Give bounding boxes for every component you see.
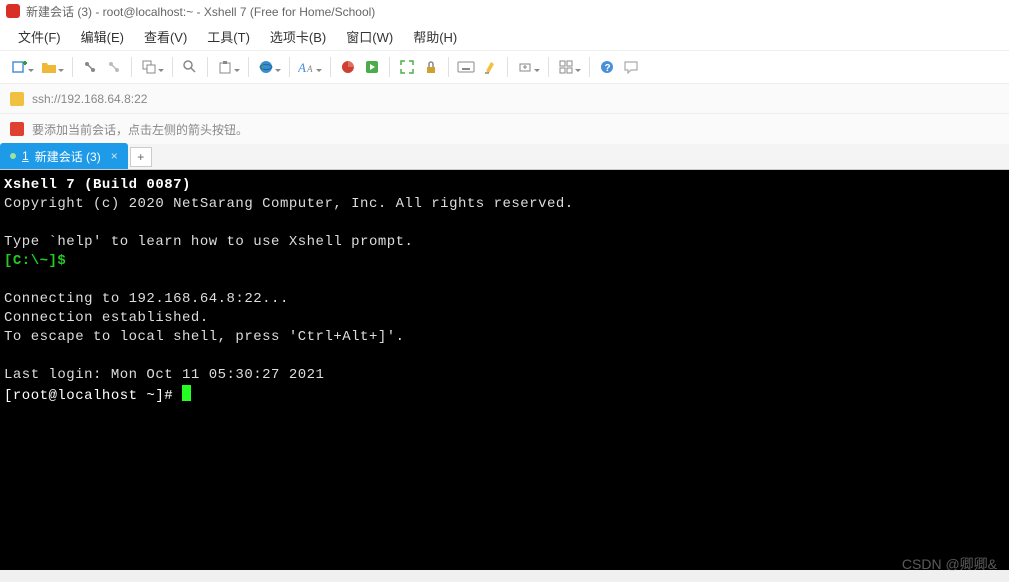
lock-icon <box>10 92 24 106</box>
toolbar: AA ? <box>0 50 1009 84</box>
session-tab[interactable]: 1 新建会话 (3) × <box>0 143 128 169</box>
separator <box>330 57 331 77</box>
new-session-button[interactable] <box>8 56 30 78</box>
font-button[interactable]: AA <box>296 56 318 78</box>
term-line: Last login: Mon Oct 11 05:30:27 2021 <box>4 367 324 383</box>
term-line: Type `help' to learn how to use Xshell p… <box>4 234 413 250</box>
tab-label: 新建会话 (3) <box>35 148 101 165</box>
menu-tabs[interactable]: 选项卡(B) <box>262 25 334 48</box>
separator <box>507 57 508 77</box>
separator <box>389 57 390 77</box>
app-icon <box>6 4 20 18</box>
highlight-button[interactable] <box>479 56 501 78</box>
cursor-icon <box>182 385 191 401</box>
separator <box>448 57 449 77</box>
term-prompt: [C:\~]$ <box>4 253 66 269</box>
chat-button[interactable] <box>620 56 642 78</box>
xftp-button[interactable] <box>514 56 536 78</box>
svg-text:?: ? <box>605 63 611 74</box>
close-tab-button[interactable]: × <box>111 149 118 163</box>
separator <box>131 57 132 77</box>
separator <box>172 57 173 77</box>
help-button[interactable]: ? <box>596 56 618 78</box>
separator <box>589 57 590 77</box>
term-line: Xshell 7 (Build 0087) <box>4 177 191 193</box>
menu-help[interactable]: 帮助(H) <box>405 25 465 48</box>
watermark: CSDN @卿卿& <box>902 554 997 574</box>
add-tab-button[interactable]: + <box>130 147 152 167</box>
globe-button[interactable] <box>255 56 277 78</box>
terminal[interactable]: Xshell 7 (Build 0087) Copyright (c) 2020… <box>0 170 1009 570</box>
address-text: ssh://192.168.64.8:22 <box>32 92 147 106</box>
titlebar: 新建会话 (3) - root@localhost:~ - Xshell 7 (… <box>0 0 1009 22</box>
play-button[interactable] <box>361 56 383 78</box>
open-session-button[interactable] <box>38 56 60 78</box>
lock-button[interactable] <box>420 56 442 78</box>
term-line: To escape to local shell, press 'Ctrl+Al… <box>4 329 405 345</box>
addressbar[interactable]: ssh://192.168.64.8:22 <box>0 84 1009 114</box>
separator <box>248 57 249 77</box>
find-button[interactable] <box>179 56 201 78</box>
disconnect-button[interactable] <box>103 56 125 78</box>
term-line: Copyright (c) 2020 NetSarang Computer, I… <box>4 196 574 212</box>
menu-window[interactable]: 窗口(W) <box>338 25 401 48</box>
svg-text:A: A <box>306 64 313 74</box>
status-dot-icon <box>10 153 16 159</box>
fullscreen-button[interactable] <box>396 56 418 78</box>
copy-button[interactable] <box>138 56 160 78</box>
menubar: 文件(F) 编辑(E) 查看(V) 工具(T) 选项卡(B) 窗口(W) 帮助(… <box>0 22 1009 50</box>
tabbar: 1 新建会话 (3) × + <box>0 144 1009 170</box>
hint-text: 要添加当前会话，点击左侧的箭头按钮。 <box>32 121 248 138</box>
term-line: Connection established. <box>4 310 209 326</box>
separator <box>548 57 549 77</box>
svg-text:A: A <box>298 60 306 75</box>
add-bookmark-icon[interactable] <box>10 122 24 136</box>
window-title: 新建会话 (3) - root@localhost:~ - Xshell 7 (… <box>26 3 375 20</box>
reconnect-button[interactable] <box>79 56 101 78</box>
term-shell-prompt: [root@localhost ~]# <box>4 388 182 404</box>
layout-button[interactable] <box>555 56 577 78</box>
separator <box>207 57 208 77</box>
tab-number: 1 <box>22 149 29 163</box>
menu-edit[interactable]: 编辑(E) <box>73 25 132 48</box>
separator <box>72 57 73 77</box>
menu-tools[interactable]: 工具(T) <box>199 25 258 48</box>
paste-button[interactable] <box>214 56 236 78</box>
keyboard-button[interactable] <box>455 56 477 78</box>
menu-view[interactable]: 查看(V) <box>136 25 195 48</box>
term-line: Connecting to 192.168.64.8:22... <box>4 291 289 307</box>
separator <box>289 57 290 77</box>
hintbar: 要添加当前会话，点击左侧的箭头按钮。 <box>0 114 1009 144</box>
menu-file[interactable]: 文件(F) <box>10 25 69 48</box>
record-button[interactable] <box>337 56 359 78</box>
